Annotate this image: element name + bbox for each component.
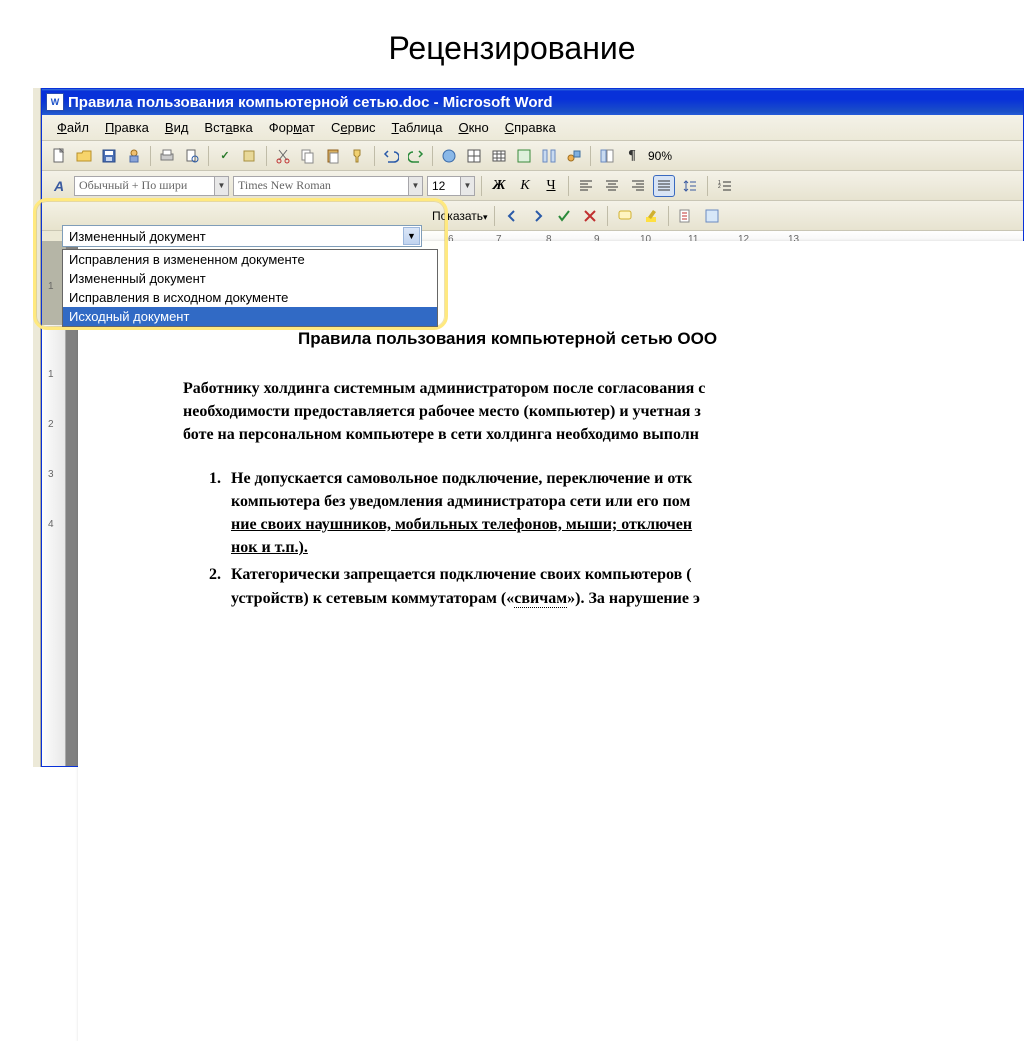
menu-format[interactable]: Формат: [262, 118, 322, 137]
new-comment-icon[interactable]: [614, 205, 636, 227]
display-for-review-dropdown: Исправления в измененном документе Измен…: [62, 249, 438, 327]
font-size-combo[interactable]: 12 ▼: [427, 176, 475, 196]
reviewing-pane-icon[interactable]: [701, 205, 723, 227]
menu-help[interactable]: Справка: [498, 118, 563, 137]
separator: [481, 176, 482, 196]
list-item: Категорически запрещается подключение св…: [225, 563, 1024, 609]
align-center-icon[interactable]: [601, 175, 623, 197]
menu-table[interactable]: Таблица: [384, 118, 449, 137]
doc-map-icon[interactable]: [596, 145, 618, 167]
next-change-icon[interactable]: [527, 205, 549, 227]
drawing-icon[interactable]: [563, 145, 585, 167]
menu-window[interactable]: Окно: [451, 118, 495, 137]
track-changes-icon[interactable]: [675, 205, 697, 227]
new-doc-icon[interactable]: [48, 145, 70, 167]
svg-text:2: 2: [718, 184, 721, 190]
chevron-down-icon: ▼: [460, 177, 474, 195]
window-title: Правила пользования компьютерной сетью.d…: [68, 94, 552, 111]
undo-icon[interactable]: [380, 145, 402, 167]
columns-icon[interactable]: [538, 145, 560, 167]
separator: [374, 146, 375, 166]
dropdown-option[interactable]: Исправления в измененном документе: [63, 250, 437, 269]
separator: [208, 146, 209, 166]
reject-change-icon[interactable]: [579, 205, 601, 227]
research-icon[interactable]: [239, 145, 261, 167]
dropdown-option[interactable]: Исправления в исходном документе: [63, 288, 437, 307]
dropdown-option-selected[interactable]: Исходный документ: [63, 307, 437, 326]
standard-toolbar: ✓ ¶ 90%: [42, 141, 1023, 171]
print-preview-icon[interactable]: [181, 145, 203, 167]
insert-excel-icon[interactable]: [513, 145, 535, 167]
menu-tools[interactable]: Сервис: [324, 118, 383, 137]
separator: [150, 146, 151, 166]
callout-highlight: Измененный документ ▼ Исправления в изме…: [33, 198, 448, 330]
line-spacing-icon[interactable]: [679, 175, 701, 197]
word-doc-icon: W: [46, 93, 64, 111]
formatting-toolbar: A Обычный + По шири ▼ Times New Roman ▼ …: [42, 171, 1023, 201]
style-combo[interactable]: Обычный + По шири ▼: [74, 176, 229, 196]
separator: [607, 206, 608, 226]
insert-table-icon[interactable]: [488, 145, 510, 167]
menu-bar: Файл Правка Вид Вставка Формат Сервис Та…: [42, 115, 1023, 141]
styles-pane-icon[interactable]: A: [48, 175, 70, 197]
list-item: Не допускается самовольное подключение, …: [225, 467, 1024, 560]
document-list: Не допускается самовольное подключение, …: [225, 467, 1024, 610]
align-left-icon[interactable]: [575, 175, 597, 197]
font-combo[interactable]: Times New Roman ▼: [233, 176, 423, 196]
menu-edit[interactable]: Правка: [98, 118, 156, 137]
save-icon[interactable]: [98, 145, 120, 167]
align-justify-icon[interactable]: [653, 175, 675, 197]
zoom-combo[interactable]: 90%: [646, 147, 674, 165]
chevron-down-icon[interactable]: ▼: [403, 227, 420, 245]
menu-insert[interactable]: Вставка: [197, 118, 259, 137]
cut-icon[interactable]: [272, 145, 294, 167]
print-icon[interactable]: [156, 145, 178, 167]
chevron-down-icon: ▼: [408, 177, 422, 195]
dropdown-option[interactable]: Измененный документ: [63, 269, 437, 288]
highlight-icon[interactable]: [640, 205, 662, 227]
display-for-review-combo[interactable]: Измененный документ ▼: [62, 225, 422, 247]
separator: [494, 206, 495, 226]
permissions-icon[interactable]: [123, 145, 145, 167]
slide-title: Рецензирование: [0, 0, 1024, 85]
separator: [266, 146, 267, 166]
accept-change-icon[interactable]: [553, 205, 575, 227]
align-right-icon[interactable]: [627, 175, 649, 197]
menu-view[interactable]: Вид: [158, 118, 196, 137]
chevron-down-icon: ▼: [214, 177, 228, 195]
underline-button[interactable]: Ч: [540, 175, 562, 197]
page[interactable]: Правила пользования компьютерной сетью О…: [78, 241, 1024, 1041]
combo-value: Измененный документ: [69, 229, 206, 244]
screenshot: W Правила пользования компьютерной сетью…: [33, 88, 1024, 767]
font-value: Times New Roman: [238, 178, 331, 193]
separator: [668, 206, 669, 226]
separator: [432, 146, 433, 166]
style-value: Обычный + По шири: [79, 178, 187, 193]
format-painter-icon[interactable]: [347, 145, 369, 167]
spellcheck-icon[interactable]: ✓: [214, 145, 236, 167]
document-heading: Правила пользования компьютерной сетью О…: [298, 329, 1024, 349]
numbered-list-icon[interactable]: 12: [714, 175, 736, 197]
bold-button[interactable]: Ж: [488, 175, 510, 197]
separator: [707, 176, 708, 196]
open-icon[interactable]: [73, 145, 95, 167]
word-window: W Правила пользования компьютерной сетью…: [41, 88, 1024, 767]
review-view-callout: Измененный документ ▼ Исправления в изме…: [33, 198, 448, 330]
partial-task-pane: [33, 88, 41, 767]
document-intro: Работнику холдинга системным администрат…: [183, 377, 1024, 447]
copy-icon[interactable]: [297, 145, 319, 167]
italic-button[interactable]: К: [514, 175, 536, 197]
prev-change-icon[interactable]: [501, 205, 523, 227]
separator: [568, 176, 569, 196]
menu-file[interactable]: Файл: [50, 118, 96, 137]
tables-borders-icon[interactable]: [463, 145, 485, 167]
font-size-value: 12: [432, 179, 445, 193]
show-hide-icon[interactable]: ¶: [621, 145, 643, 167]
title-bar: W Правила пользования компьютерной сетью…: [42, 89, 1023, 115]
separator: [590, 146, 591, 166]
redo-icon[interactable]: [405, 145, 427, 167]
paste-icon[interactable]: [322, 145, 344, 167]
hyperlink-icon[interactable]: [438, 145, 460, 167]
